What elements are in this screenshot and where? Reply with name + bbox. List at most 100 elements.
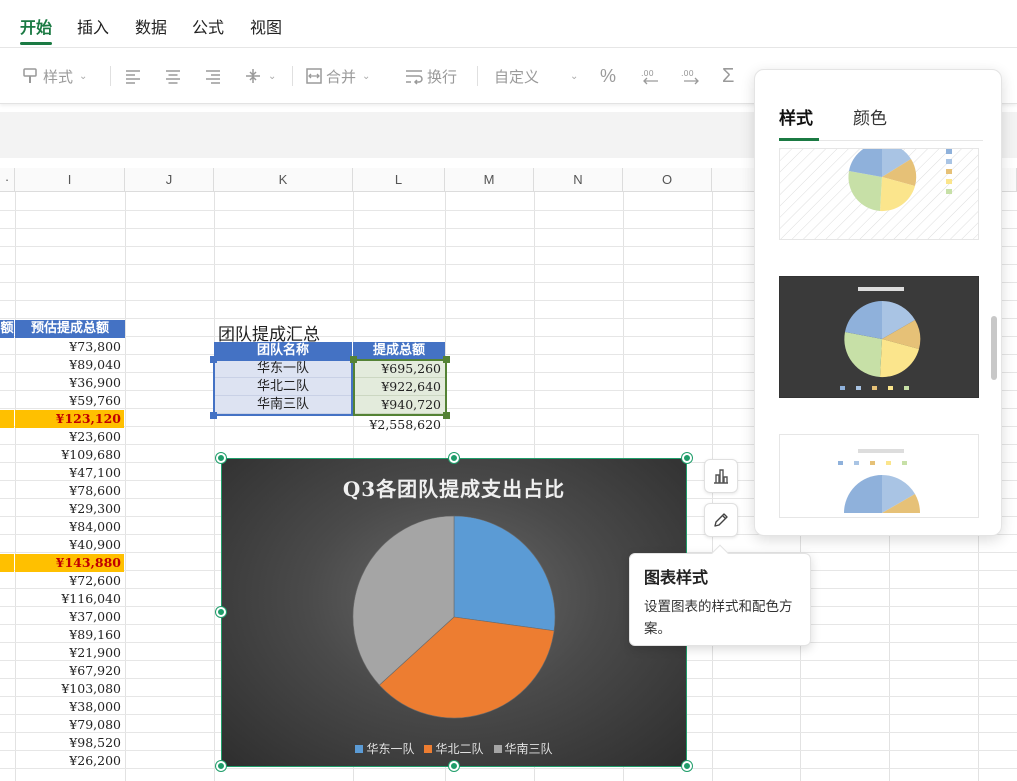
column-i-cell[interactable]: ¥109,680 bbox=[15, 446, 124, 464]
toolbar-divider bbox=[292, 66, 293, 86]
chart-resize-handle[interactable] bbox=[682, 761, 692, 771]
align-right-button[interactable] bbox=[204, 64, 222, 88]
column-header-l[interactable]: L bbox=[353, 168, 445, 192]
cell-style-button[interactable]: 样式 ⌄ bbox=[22, 64, 87, 88]
panel-scrollbar[interactable] bbox=[991, 316, 997, 380]
increase-decimal-button[interactable]: .00 bbox=[680, 64, 702, 88]
column-i-cell[interactable]: ¥59,760 bbox=[15, 392, 124, 410]
summary-header-amount[interactable]: 提成总额 bbox=[353, 342, 445, 360]
wrap-text-button[interactable]: 换行 bbox=[404, 64, 457, 88]
column-i-cell[interactable]: ¥79,080 bbox=[15, 716, 124, 734]
selection-handle[interactable] bbox=[210, 412, 217, 419]
decrease-decimal-button[interactable]: .00 bbox=[640, 64, 662, 88]
pie-slice-1[interactable] bbox=[453, 515, 556, 632]
merge-cells-button[interactable]: 合并 ⌄ bbox=[305, 64, 370, 88]
decrease-decimal-icon: .00 bbox=[641, 69, 658, 85]
column-i-cell[interactable]: ¥84,000 bbox=[15, 518, 124, 536]
column-i-cell[interactable]: ¥73,800 bbox=[15, 338, 124, 356]
column-i-cell[interactable]: ¥36,900 bbox=[15, 374, 124, 392]
column-i-cell[interactable]: ¥103,080 bbox=[15, 680, 124, 698]
legend-item[interactable]: 华南三队 bbox=[493, 740, 553, 757]
column-header-j[interactable]: J bbox=[125, 168, 214, 192]
tab-home[interactable]: 开始 bbox=[20, 14, 52, 38]
summary-header-team[interactable]: 团队名称 bbox=[214, 342, 352, 360]
column-i-cell[interactable]: ¥26,200 bbox=[15, 752, 124, 770]
chart-legend[interactable]: 华东一队 华北二队 华南三队 bbox=[222, 740, 686, 757]
cell-style-label: 样式 bbox=[43, 68, 74, 86]
panel-tab-style[interactable]: 样式 bbox=[779, 104, 813, 129]
summary-amount-cell[interactable]: ¥940,720 bbox=[353, 396, 445, 414]
tab-data[interactable]: 数据 bbox=[135, 14, 167, 38]
align-center-button[interactable] bbox=[164, 64, 182, 88]
column-i-cell[interactable]: ¥67,920 bbox=[15, 662, 124, 680]
percent-button[interactable]: % bbox=[600, 64, 616, 88]
tab-insert[interactable]: 插入 bbox=[77, 14, 109, 38]
pie-plot-area[interactable] bbox=[222, 459, 687, 767]
style-preview-hatched bbox=[780, 149, 978, 239]
summary-team-cell[interactable]: 华北二队 bbox=[214, 378, 352, 396]
i-header-cell[interactable]: 预估提成总额 bbox=[15, 320, 125, 338]
style-thumbnail-light[interactable] bbox=[779, 434, 979, 518]
merge-cells-icon bbox=[306, 68, 322, 84]
column-i-cell[interactable]: ¥89,040 bbox=[15, 356, 124, 374]
column-i-cell[interactable]: ¥123,120 bbox=[15, 410, 124, 428]
summary-amount-cell[interactable]: ¥922,640 bbox=[353, 378, 445, 396]
chart-resize-handle[interactable] bbox=[216, 453, 226, 463]
toolbar-divider bbox=[110, 66, 111, 86]
chart-style-button[interactable] bbox=[704, 503, 738, 537]
pie-chart[interactable]: Q3各团队提成支出占比 华东一队 华北二队 华南三队 bbox=[221, 458, 687, 767]
summary-amount-cell[interactable]: ¥695,260 bbox=[353, 360, 445, 378]
cell-h-header[interactable]: 额 bbox=[0, 320, 14, 338]
sigma-icon: Σ bbox=[722, 64, 735, 87]
legend-item[interactable]: 华北二队 bbox=[424, 740, 484, 757]
autosum-button[interactable]: Σ bbox=[722, 64, 734, 88]
selection-handle[interactable] bbox=[350, 356, 357, 363]
column-i-cell[interactable]: ¥116,040 bbox=[15, 590, 124, 608]
column-i-cell[interactable]: ¥89,160 bbox=[15, 626, 124, 644]
column-header-n[interactable]: N bbox=[534, 168, 623, 192]
selection-handle[interactable] bbox=[210, 356, 217, 363]
chart-resize-handle[interactable] bbox=[216, 607, 226, 617]
chart-resize-handle[interactable] bbox=[682, 453, 692, 463]
selection-handle[interactable] bbox=[443, 412, 450, 419]
chart-resize-handle[interactable] bbox=[449, 761, 459, 771]
active-tab-indicator bbox=[20, 42, 52, 45]
summary-team-cell[interactable]: 华南三队 bbox=[214, 396, 352, 414]
column-i-cell[interactable]: ¥72,600 bbox=[15, 572, 124, 590]
summary-total-cell[interactable]: ¥2,558,620 bbox=[353, 416, 445, 434]
chart-resize-handle[interactable] bbox=[449, 453, 459, 463]
column-header-o[interactable]: O bbox=[623, 168, 712, 192]
legend-item[interactable]: 华东一队 bbox=[355, 740, 414, 757]
panel-tab-color[interactable]: 颜色 bbox=[853, 104, 887, 129]
selection-handle[interactable] bbox=[443, 356, 450, 363]
tab-formulas[interactable]: 公式 bbox=[192, 14, 224, 38]
column-i-cell[interactable]: ¥23,600 bbox=[15, 428, 124, 446]
column-header-k[interactable]: K bbox=[214, 168, 353, 192]
column-h-highlight-cell[interactable] bbox=[0, 554, 14, 572]
column-h-highlight-cell[interactable] bbox=[0, 410, 14, 428]
vertical-align-button[interactable]: ⌄ bbox=[244, 64, 276, 88]
column-i-cell[interactable]: ¥143,880 bbox=[15, 554, 124, 572]
column-i-cell[interactable]: ¥47,100 bbox=[15, 464, 124, 482]
tab-view[interactable]: 视图 bbox=[250, 14, 282, 38]
column-i-cell[interactable]: ¥98,520 bbox=[15, 734, 124, 752]
column-header-m[interactable]: M bbox=[445, 168, 534, 192]
wrap-text-label: 换行 bbox=[427, 68, 458, 86]
column-header-i[interactable]: I bbox=[15, 168, 125, 192]
style-thumbnail-dark[interactable] bbox=[779, 276, 979, 398]
column-header-h[interactable]: · bbox=[0, 168, 15, 192]
column-i-cell[interactable]: ¥40,900 bbox=[15, 536, 124, 554]
chart-elements-button[interactable] bbox=[704, 459, 738, 493]
chart-resize-handle[interactable] bbox=[216, 761, 226, 771]
summary-team-cell[interactable]: 华东一队 bbox=[214, 360, 352, 378]
tooltip-title: 图表样式 bbox=[644, 570, 709, 587]
align-left-button[interactable] bbox=[124, 64, 142, 88]
number-format-select[interactable]: 自定义 ⌄ bbox=[494, 64, 586, 88]
column-i-cell[interactable]: ¥29,300 bbox=[15, 500, 124, 518]
grid-column-line bbox=[214, 192, 215, 781]
style-thumbnail-hatched[interactable] bbox=[779, 148, 979, 240]
column-i-cell[interactable]: ¥21,900 bbox=[15, 644, 124, 662]
column-i-cell[interactable]: ¥37,000 bbox=[15, 608, 124, 626]
column-i-cell[interactable]: ¥78,600 bbox=[15, 482, 124, 500]
column-i-cell[interactable]: ¥38,000 bbox=[15, 698, 124, 716]
